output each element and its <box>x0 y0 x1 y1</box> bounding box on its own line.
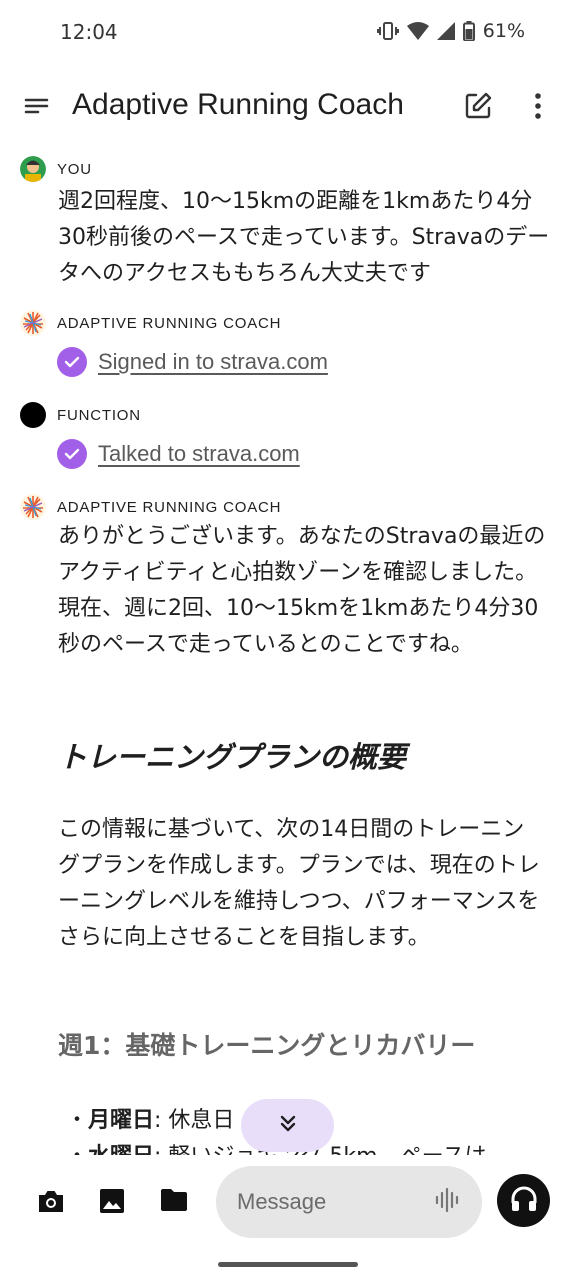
sender-row: ADAPTIVE RUNNING COACH <box>20 310 281 336</box>
tool-status[interactable]: Talked to strava.com <box>57 439 300 469</box>
tool-status-link[interactable]: Signed in to strava.com <box>98 349 328 375</box>
voice-icon[interactable] <box>434 1187 462 1217</box>
sender-row: FUNCTION <box>20 402 141 428</box>
chat-thread[interactable]: YOU 週2回程度、10〜15kmの距離を1kmあたり4分30秒前後のペースで走… <box>0 150 575 1155</box>
more-icon[interactable] <box>527 90 549 122</box>
wifi-icon <box>406 22 429 40</box>
check-icon <box>57 347 87 377</box>
vibrate-icon <box>376 21 399 41</box>
sender-name: ADAPTIVE RUNNING COACH <box>57 314 282 332</box>
home-indicator[interactable] <box>218 1262 358 1267</box>
chevron-double-down-icon <box>277 1113 299 1139</box>
user-avatar <box>20 156 46 182</box>
message-text: ありがとうございます。あなたのStravaの最近のアクティビティと心拍数ゾーンを… <box>58 524 546 657</box>
list-item-detail: : 休息日 <box>154 1108 235 1133</box>
status-bar: 12:04 61% <box>0 0 575 66</box>
list-item-day: 月曜日 <box>88 1108 155 1133</box>
coach-avatar <box>20 494 46 520</box>
section-heading: トレーニングプランの概要 <box>58 740 407 774</box>
voice-mode-button[interactable] <box>497 1174 550 1227</box>
menu-icon[interactable] <box>24 92 50 118</box>
message-text: 週2回程度、10〜15kmの距離を1kmあたり4分30秒前後のペースで走っていま… <box>58 189 550 286</box>
battery-icon <box>462 21 475 41</box>
sender-name: ADAPTIVE RUNNING COACH <box>57 498 282 516</box>
tool-status[interactable]: Signed in to strava.com <box>57 347 328 377</box>
app-title: Adaptive Running Coach <box>72 88 404 121</box>
folder-icon[interactable] <box>160 1188 188 1216</box>
list-item-day: 水曜日 <box>88 1144 154 1155</box>
tool-status-link[interactable]: Talked to strava.com <box>98 441 300 467</box>
coach-avatar <box>20 310 46 336</box>
message-paragraph: この情報に基づいて、次の14日間のトレーニングプランを作成します。プランでは、現… <box>58 817 540 950</box>
app-bar: Adaptive Running Coach <box>0 70 575 144</box>
image-icon[interactable] <box>99 1188 125 1218</box>
sender-name: YOU <box>57 160 92 178</box>
function-avatar <box>20 402 46 428</box>
scroll-to-bottom-button[interactable] <box>241 1099 334 1152</box>
list-item: ・月曜日: 休息日 <box>66 1108 235 1133</box>
battery-percent: 61% <box>482 20 525 42</box>
camera-icon[interactable] <box>37 1188 65 1218</box>
check-icon <box>57 439 87 469</box>
sender-row: ADAPTIVE RUNNING COACH <box>20 494 281 520</box>
status-icons: 61% <box>376 20 525 42</box>
sender-name: FUNCTION <box>57 406 141 424</box>
composer-bar <box>0 1160 575 1250</box>
sender-row: YOU <box>20 156 92 182</box>
headphones-icon <box>509 1185 539 1217</box>
section-subheading: 週1：基礎トレーニングとリカバリー <box>58 1031 476 1060</box>
status-time: 12:04 <box>60 20 118 44</box>
edit-icon[interactable] <box>462 90 494 122</box>
signal-icon <box>436 22 455 40</box>
